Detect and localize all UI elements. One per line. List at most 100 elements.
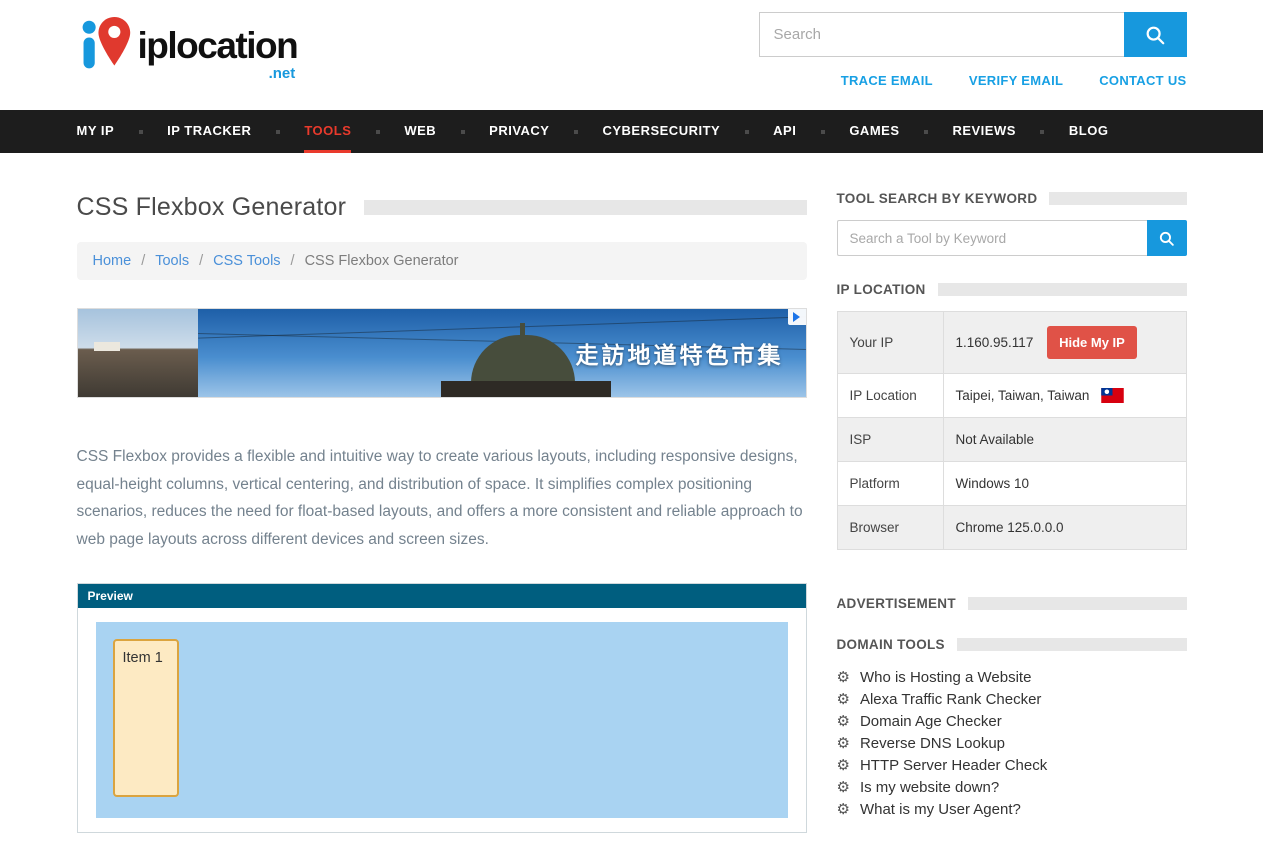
- header-links: TRACE EMAIL VERIFY EMAIL CONTACT US: [841, 73, 1187, 88]
- logo-pin-icon: [77, 14, 133, 76]
- nav-separator: [924, 130, 928, 134]
- heading-decoration-bar: [957, 638, 1187, 651]
- gear-icon: ⚙: [837, 670, 850, 685]
- nav-tools[interactable]: TOOLS: [304, 110, 351, 153]
- main-navigation: MY IP IP TRACKER TOOLS WEB PRIVACY CYBER…: [0, 110, 1263, 153]
- verify-email-link[interactable]: VERIFY EMAIL: [969, 73, 1063, 88]
- contact-us-link[interactable]: CONTACT US: [1099, 73, 1186, 88]
- heading-decoration-bar: [968, 597, 1187, 610]
- trace-email-link[interactable]: TRACE EMAIL: [841, 73, 933, 88]
- list-item: ⚙ Domain Age Checker: [837, 710, 1187, 732]
- header-search-bar: [759, 12, 1187, 57]
- logo-text: iplocation: [138, 27, 298, 64]
- nav-web[interactable]: WEB: [404, 110, 436, 153]
- nav-separator: [276, 130, 280, 134]
- list-item: ⚙ Who is Hosting a Website: [837, 666, 1187, 688]
- domain-tool-user-agent[interactable]: What is my User Agent?: [860, 801, 1021, 818]
- table-row-isp: ISP Not Available: [837, 418, 1186, 462]
- breadcrumb-separator: /: [199, 253, 203, 269]
- adchoices-icon[interactable]: [788, 309, 806, 325]
- preview-body: Item 1: [78, 608, 806, 832]
- breadcrumb-home[interactable]: Home: [93, 253, 132, 269]
- tool-search-button[interactable]: [1147, 220, 1187, 256]
- preview-panel: Preview Item 1: [77, 583, 807, 833]
- nav-separator: [574, 130, 578, 134]
- gear-icon: ⚙: [837, 780, 850, 795]
- nav-separator: [376, 130, 380, 134]
- gear-icon: ⚙: [837, 802, 850, 817]
- table-row-your-ip: Your IP 1.160.95.117 Hide My IP: [837, 312, 1186, 374]
- breadcrumb-tools[interactable]: Tools: [155, 253, 189, 269]
- ad-photo-main: 走訪地道特色市集: [198, 309, 806, 397]
- table-row-ip-location: IP Location Taipei, Taiwan, Taiwan: [837, 374, 1186, 418]
- nav-games[interactable]: GAMES: [849, 110, 899, 153]
- row-value: 1.160.95.117 Hide My IP: [943, 312, 1186, 374]
- heading-decoration-bar: [938, 283, 1187, 296]
- preview-header: Preview: [78, 584, 806, 608]
- row-value: Windows 10: [943, 462, 1186, 506]
- row-label: ISP: [837, 418, 943, 462]
- gear-icon: ⚙: [837, 714, 850, 729]
- main-content: CSS Flexbox Generator Home / Tools / CSS…: [77, 153, 807, 833]
- list-item: ⚙ Alexa Traffic Rank Checker: [837, 688, 1187, 710]
- domain-tool-http-header[interactable]: HTTP Server Header Check: [860, 757, 1047, 774]
- domain-tools-list: ⚙ Who is Hosting a Website ⚙ Alexa Traff…: [837, 666, 1187, 820]
- list-item: ⚙ What is my User Agent?: [837, 798, 1187, 820]
- row-value: Chrome 125.0.0.0: [943, 506, 1186, 550]
- tool-description: CSS Flexbox provides a flexible and intu…: [77, 443, 807, 553]
- nav-reviews[interactable]: REVIEWS: [952, 110, 1015, 153]
- nav-separator: [745, 130, 749, 134]
- search-input[interactable]: [759, 12, 1124, 57]
- taiwan-flag-icon: [1101, 388, 1124, 403]
- row-label: Your IP: [837, 312, 943, 374]
- breadcrumb-separator: /: [291, 253, 295, 269]
- ad-banner[interactable]: 走訪地道特色市集: [77, 308, 807, 398]
- nav-privacy[interactable]: PRIVACY: [489, 110, 549, 153]
- nav-api[interactable]: API: [773, 110, 796, 153]
- breadcrumb-current: CSS Flexbox Generator: [305, 253, 459, 269]
- search-icon: [1144, 24, 1166, 46]
- domain-tool-who-is-hosting[interactable]: Who is Hosting a Website: [860, 669, 1031, 686]
- list-item: ⚙ Is my website down?: [837, 776, 1187, 798]
- advertisement-heading: ADVERTISEMENT: [837, 596, 956, 611]
- list-item: ⚙ Reverse DNS Lookup: [837, 732, 1187, 754]
- domain-tool-website-down[interactable]: Is my website down?: [860, 779, 999, 796]
- table-row-platform: Platform Windows 10: [837, 462, 1186, 506]
- ip-location-table: Your IP 1.160.95.117 Hide My IP IP Locat…: [837, 311, 1187, 550]
- ad-caption: 走訪地道特色市集: [576, 336, 784, 370]
- row-value: Not Available: [943, 418, 1186, 462]
- domain-tool-reverse-dns[interactable]: Reverse DNS Lookup: [860, 735, 1005, 752]
- ip-location-value: Taipei, Taiwan, Taiwan: [956, 388, 1090, 403]
- nav-my-ip[interactable]: MY IP: [77, 110, 115, 153]
- domain-tool-alexa-rank[interactable]: Alexa Traffic Rank Checker: [860, 691, 1041, 708]
- ad-photo-left: [78, 309, 198, 397]
- search-icon: [1158, 230, 1175, 247]
- domain-tool-domain-age[interactable]: Domain Age Checker: [860, 713, 1002, 730]
- nav-cybersecurity[interactable]: CYBERSECURITY: [602, 110, 720, 153]
- site-logo[interactable]: iplocation .net: [77, 14, 298, 81]
- your-ip-value: 1.160.95.117: [956, 335, 1034, 350]
- tool-search-bar: [837, 220, 1187, 256]
- list-item: ⚙ HTTP Server Header Check: [837, 754, 1187, 776]
- gear-icon: ⚙: [837, 736, 850, 751]
- breadcrumb-css-tools[interactable]: CSS Tools: [213, 253, 280, 269]
- domain-tools-heading: DOMAIN TOOLS: [837, 637, 945, 652]
- nav-separator: [461, 130, 465, 134]
- gear-icon: ⚙: [837, 758, 850, 773]
- flexbox-preview-area: Item 1: [96, 622, 788, 818]
- page-title: CSS Flexbox Generator: [77, 193, 347, 222]
- hide-my-ip-button[interactable]: Hide My IP: [1047, 326, 1137, 359]
- tool-search-input[interactable]: [837, 220, 1147, 256]
- nav-separator: [1040, 130, 1044, 134]
- breadcrumb-separator: /: [141, 253, 145, 269]
- nav-ip-tracker[interactable]: IP TRACKER: [167, 110, 251, 153]
- search-button[interactable]: [1124, 12, 1187, 57]
- row-label: IP Location: [837, 374, 943, 418]
- flex-item-1[interactable]: Item 1: [113, 639, 179, 797]
- nav-blog[interactable]: BLOG: [1069, 110, 1109, 153]
- title-decoration-bar: [364, 200, 806, 215]
- row-label: Platform: [837, 462, 943, 506]
- nav-separator: [139, 130, 143, 134]
- sidebar: TOOL SEARCH BY KEYWORD IP LOCATION Your …: [837, 153, 1187, 820]
- nav-separator: [821, 130, 825, 134]
